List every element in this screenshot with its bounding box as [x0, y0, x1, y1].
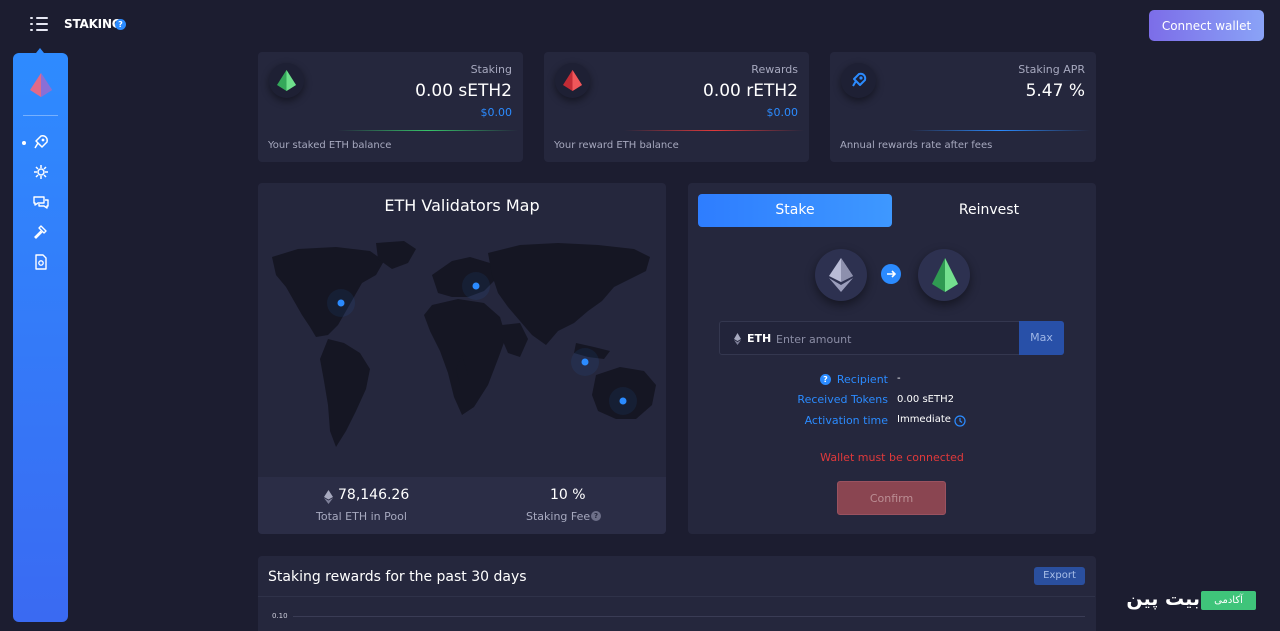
received-tokens-label: Received Tokens — [797, 393, 888, 406]
recipient-label: Recipient — [836, 373, 888, 386]
validators-map-card: ETH Validators Map 78,146.26 Total ETH i… — [258, 183, 666, 534]
stat-usd: $0.00 — [480, 106, 513, 119]
stat-description: Your reward ETH balance — [554, 140, 679, 151]
amount-input[interactable] — [776, 329, 1016, 349]
staking-fee-label: Staking Fee — [526, 510, 591, 523]
staking-card: Staking 0.00 sETH2 $0.00 Your staked ETH… — [258, 52, 523, 162]
connect-wallet-button[interactable]: Connect wallet — [1149, 10, 1264, 41]
stat-value: 0.00 rETH2 — [703, 81, 798, 101]
sidebar-item-governance[interactable] — [32, 223, 50, 241]
recipient-value: - — [897, 373, 901, 384]
stat-accent-line — [338, 130, 518, 131]
sidebar-item-community[interactable] — [32, 193, 50, 211]
received-tokens-value: 0.00 sETH2 — [897, 394, 954, 405]
stat-accent-line — [624, 130, 804, 131]
total-eth-label: Total ETH in Pool — [316, 510, 407, 523]
page-title: STAKING — [64, 17, 122, 31]
stat-label: Staking — [470, 63, 512, 76]
logo-icon — [30, 73, 52, 97]
rewards-chart-card: Staking rewards for the past 30 days Exp… — [258, 556, 1096, 631]
sidebar-item-staking[interactable] — [32, 133, 50, 151]
stat-usd: $0.00 — [766, 106, 799, 119]
wallet-warning: Wallet must be connected — [820, 451, 964, 464]
eth-icon — [324, 490, 333, 504]
y-axis-tick: 0.10 — [272, 612, 288, 620]
help-icon[interactable]: ? — [115, 19, 126, 30]
top-bar: STAKING ? Connect wallet — [0, 0, 1280, 50]
grid-line — [293, 616, 1085, 617]
confirm-button[interactable]: Confirm — [837, 481, 946, 515]
sidebar-item-validators[interactable] — [32, 163, 50, 181]
tab-reinvest[interactable]: Reinvest — [892, 194, 1086, 227]
world-map — [272, 241, 656, 447]
arrow-right-icon — [881, 264, 901, 284]
reth2-gem-icon — [555, 63, 590, 98]
stat-accent-line — [910, 130, 1090, 131]
stat-label: Rewards — [751, 63, 798, 76]
apr-card: Staking APR 5.47 % Annual rewards rate a… — [830, 52, 1096, 162]
amount-field: ETH Max — [719, 321, 1064, 355]
activation-time-label: Activation time — [804, 414, 888, 427]
pool-summary: 78,146.26 Total ETH in Pool 10 % Staking… — [258, 477, 666, 534]
rocket-icon — [841, 63, 876, 98]
stake-panel: Stake Reinvest ETH Max ? Recipient - Rec… — [688, 183, 1096, 534]
sidebar — [13, 53, 68, 622]
eth-icon — [734, 333, 741, 345]
menu-icon[interactable] — [28, 13, 52, 35]
chart-divider — [258, 596, 1095, 597]
fee-info-icon[interactable]: ? — [591, 511, 601, 521]
stat-value: 5.47 % — [1025, 81, 1085, 101]
rewards-card: Rewards 0.00 rETH2 $0.00 Your reward ETH… — [544, 52, 809, 162]
export-button[interactable]: Export — [1034, 567, 1085, 585]
map-title: ETH Validators Map — [384, 196, 540, 215]
watermark-badge: آکادمی — [1201, 591, 1256, 610]
tab-stake[interactable]: Stake — [698, 194, 892, 227]
seth2-coin-icon — [918, 249, 970, 301]
stat-label: Staking APR — [1018, 63, 1085, 76]
stat-value: 0.00 sETH2 — [415, 81, 512, 101]
stat-description: Your staked ETH balance — [268, 140, 392, 151]
sidebar-divider — [23, 115, 58, 116]
active-indicator — [22, 141, 26, 145]
seth2-gem-icon — [269, 63, 304, 98]
recipient-help-icon[interactable]: ? — [820, 374, 831, 385]
rewards-chart-title: Staking rewards for the past 30 days — [268, 569, 527, 585]
sidebar-item-docs[interactable] — [32, 253, 50, 271]
max-button[interactable]: Max — [1019, 321, 1064, 355]
staking-fee-value: 10 % — [550, 487, 586, 503]
watermark-logo: بیت پین آکادمی — [1114, 588, 1256, 614]
activation-time-value: Immediate — [897, 414, 951, 425]
watermark-brand: بیت پین — [1126, 588, 1200, 610]
stat-description: Annual rewards rate after fees — [840, 140, 993, 151]
total-eth-value: 78,146.26 — [338, 487, 410, 503]
eth-coin-icon — [815, 249, 867, 301]
clock-icon — [954, 415, 966, 427]
amount-currency: ETH — [747, 332, 772, 345]
